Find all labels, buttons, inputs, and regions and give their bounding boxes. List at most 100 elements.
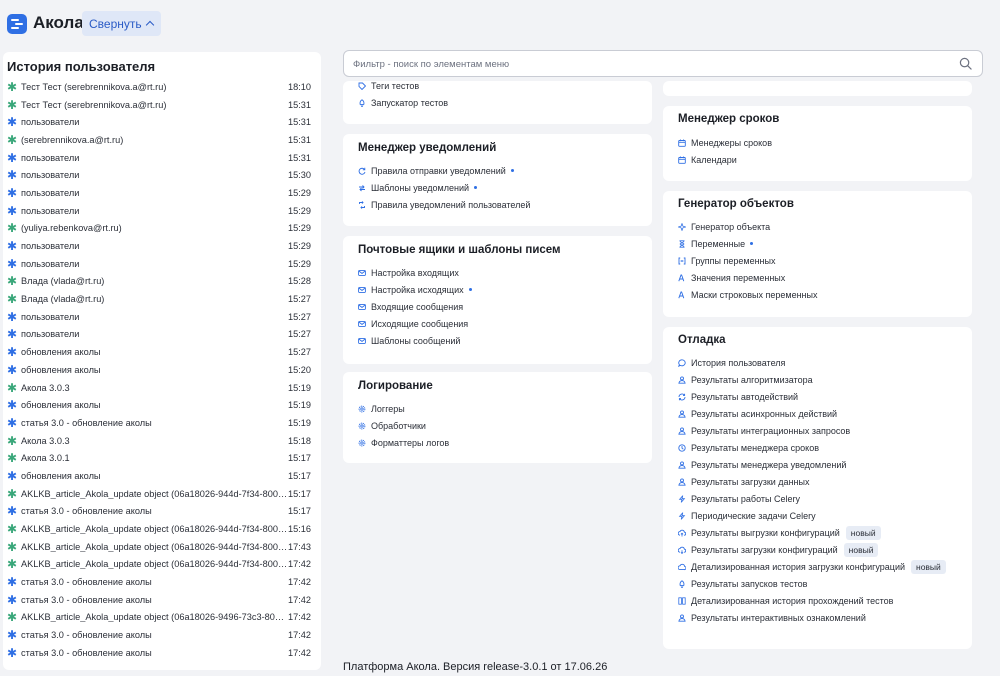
clock-icon [678, 443, 686, 452]
history-row[interactable]: ✱ AKLKB_article_Akola_update object (06a1… [3, 538, 321, 556]
history-row[interactable]: ✱ обновления аколы 15:20 [3, 361, 321, 379]
menu-link[interactable]: Значения переменных [678, 269, 818, 286]
history-row[interactable]: ✱ обновления аколы 15:17 [3, 467, 321, 485]
history-row-text: пользователи [21, 152, 80, 163]
menu-link[interactable]: Детализированная история загрузки конфиг… [678, 558, 946, 575]
menu-link[interactable]: Результаты интерактивных ознакомлений [678, 609, 946, 626]
history-row[interactable]: ✱ обновления аколы 15:27 [3, 343, 321, 361]
history-row[interactable]: ✱ пользователи 15:31 [3, 113, 321, 131]
menu-link[interactable]: Результаты менеджера сроков [678, 439, 946, 456]
collapse-button[interactable]: Свернуть [82, 11, 161, 36]
menu-link[interactable]: История пользователя [678, 354, 946, 371]
asterisk-icon: ✱ [7, 274, 18, 289]
history-row[interactable]: ✱ пользователи 15:29 [3, 255, 321, 273]
card-logging: Логирование Логгеры Обработчики Форматтеры… [343, 372, 652, 463]
menu-link[interactable]: Результаты загрузки данных [678, 473, 946, 490]
menu-link[interactable]: Менеджеры сроков [678, 134, 772, 151]
history-row[interactable]: ✱ Влада (vlada@rt.ru) 15:27 [3, 290, 321, 308]
history-row[interactable]: ✱ Влада (vlada@rt.ru) 15:28 [3, 273, 321, 291]
menu-link[interactable]: Детализированная история прохождений тес… [678, 592, 946, 609]
history-row[interactable]: ✱ AKLKB_article_Akola_update object (06a1… [3, 520, 321, 538]
menu-link[interactable]: Правила уведомлений пользователей [358, 196, 530, 213]
top-bar: Акола Свернуть [0, 0, 1000, 48]
asterisk-icon: ✱ [7, 645, 18, 660]
history-row[interactable]: ✱ (serebrennikova.a@rt.ru) 15:31 [3, 131, 321, 149]
asterisk-icon: ✱ [7, 97, 18, 112]
menu-link[interactable]: Входящие сообщения [358, 298, 472, 315]
menu-link[interactable]: Календари [678, 151, 772, 168]
history-row[interactable]: ✱ статья 3.0 - обновление аколы 15:17 [3, 503, 321, 521]
menu-link[interactable]: Результаты автодействий [678, 388, 946, 405]
akola-logo-icon[interactable] [7, 14, 27, 34]
history-row[interactable]: ✱ статья 3.0 - обновление аколы 17:42 [3, 626, 321, 644]
history-row-text: AKLKB_article_Akola_update object (06a18… [21, 488, 289, 499]
menu-link[interactable]: Шаблоны сообщений [358, 332, 472, 349]
menu-filter-input[interactable] [353, 55, 943, 73]
menu-link[interactable]: Запускатор тестов [358, 94, 448, 111]
history-row[interactable]: ✱ статья 3.0 - обновление аколы 17:42 [3, 573, 321, 591]
menu-link[interactable]: Логгеры [358, 400, 449, 417]
history-row[interactable]: ✱ пользователи 15:27 [3, 326, 321, 344]
history-row[interactable]: ✱ Тест Тест (serebrennikova.a@rt.ru) 15:31 [3, 96, 321, 114]
user-history-list: ✱ Тест Тест (serebrennikova.a@rt.ru) 18:10… [3, 78, 321, 662]
asterisk-icon: ✱ [7, 628, 18, 643]
menu-link[interactable]: Результаты менеджера уведомлений [678, 456, 946, 473]
history-row-time: 17:42 [288, 612, 311, 623]
menu-link[interactable]: Результаты работы Celery [678, 490, 946, 507]
menu-link[interactable]: Форматтеры логов [358, 434, 449, 451]
history-row[interactable]: ✱ статья 3.0 - обновление аколы 17:42 [3, 591, 321, 609]
menu-link[interactable]: Результаты интеграционных запросов [678, 422, 946, 439]
history-row[interactable]: ✱ пользователи 15:31 [3, 149, 321, 167]
card-notification-manager: Менеджер уведомлений Правила отправки ув… [343, 134, 652, 226]
history-row[interactable]: ✱ AKLKB_article_Akola_update object (06a1… [3, 556, 321, 574]
history-row-text: обновления аколы [21, 347, 101, 358]
history-row[interactable]: ✱ AKLKB_article_Akola_update object (06a1… [3, 609, 321, 627]
history-row-time: 15:29 [288, 241, 311, 252]
menu-link[interactable]: Исходящие сообщения [358, 315, 472, 332]
menu-link[interactable]: Маски строковых переменных [678, 286, 818, 303]
history-row-time: 15:27 [288, 311, 311, 322]
menu-link[interactable]: Результаты выгрузки конфигураций новый [678, 524, 946, 541]
menu-link[interactable]: Настройка входящих [358, 264, 472, 281]
menu-link[interactable]: Переменные [678, 235, 818, 252]
history-row[interactable]: ✱ пользователи 15:27 [3, 308, 321, 326]
menu-link[interactable]: Теги тестов [358, 81, 448, 94]
search-icon[interactable] [959, 57, 972, 70]
menu-link[interactable]: Результаты запусков тестов [678, 575, 946, 592]
menu-link[interactable]: Результаты алгоритмизатора [678, 371, 946, 388]
history-row[interactable]: ✱ (yuliya.rebenkova@rt.ru) 15:29 [3, 220, 321, 238]
menu-link[interactable]: Группы переменных [678, 252, 818, 269]
menu-link[interactable]: Правила отправки уведомлений [358, 162, 530, 179]
history-row[interactable]: ✱ пользователи 15:30 [3, 166, 321, 184]
history-row[interactable]: ✱ статья 3.0 - обновление аколы 17:42 [3, 644, 321, 662]
history-row[interactable]: ✱ Акола 3.0.3 15:19 [3, 379, 321, 397]
menu-link[interactable]: Обработчики [358, 417, 449, 434]
history-row[interactable]: ✱ обновления аколы 15:19 [3, 396, 321, 414]
history-row[interactable]: ✱ пользователи 15:29 [3, 237, 321, 255]
platform-version-footer: Платформа Акола. Версия release-3.0.1 от… [343, 661, 608, 673]
history-row[interactable]: ✱ Акола 3.0.3 15:18 [3, 432, 321, 450]
menu-link[interactable]: Результаты загрузки конфигураций новый [678, 541, 946, 558]
history-row-time: 15:29 [288, 187, 311, 198]
menu-link[interactable]: Шаблоны уведомлений [358, 179, 530, 196]
history-row[interactable]: ✱ пользователи 15:29 [3, 202, 321, 220]
menu-link[interactable]: Генератор объекта [678, 218, 818, 235]
history-row-text: Влада (vlada@rt.ru) [21, 294, 105, 305]
history-row[interactable]: ✱ AKLKB_article_Akola_update object (06a1… [3, 485, 321, 503]
menu-link[interactable]: Результаты асинхронных действий [678, 405, 946, 422]
menu-link[interactable]: Периодические задачи Celery [678, 507, 946, 524]
history-row[interactable]: ✱ статья 3.0 - обновление аколы 15:19 [3, 414, 321, 432]
history-row[interactable]: ✱ Акола 3.0.1 15:17 [3, 449, 321, 467]
menu-link-label: Генератор объекта [691, 221, 771, 232]
history-row[interactable]: ✱ пользователи 15:29 [3, 184, 321, 202]
text-icon [678, 291, 686, 299]
menu-link[interactable]: Настройка исходящих [358, 281, 472, 298]
users-icon [678, 613, 686, 622]
history-row-text: (serebrennikova.a@rt.ru) [21, 134, 124, 145]
grid-icon [678, 596, 686, 605]
calendar-icon [678, 139, 686, 147]
app-title[interactable]: Акола [33, 13, 84, 33]
history-row[interactable]: ✱ Тест Тест (serebrennikova.a@rt.ru) 18:10 [3, 78, 321, 96]
new-badge: новый [843, 542, 879, 557]
menu-link-label: Настройка исходящих [371, 284, 464, 295]
